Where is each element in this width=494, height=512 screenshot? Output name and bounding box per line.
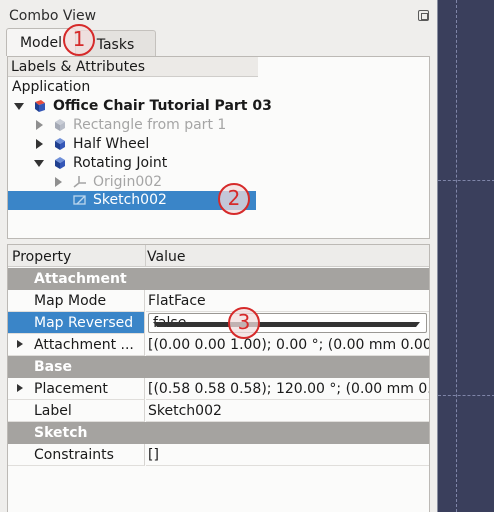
property-name: Attachment ... [34, 337, 134, 353]
tree-item-origin[interactable]: Origin002 [8, 173, 429, 192]
property-name: Label [34, 403, 72, 419]
tree-item-document[interactable]: Office Chair Tutorial Part 03 [8, 97, 429, 116]
property-editor: Property Value Attachment Map Mode FlatF… [7, 244, 430, 512]
property-header: Property Value [8, 245, 429, 267]
group-attachment[interactable]: Attachment [8, 268, 429, 290]
expand-arrow-icon[interactable] [36, 139, 43, 149]
splitter-handle[interactable] [205, 240, 225, 251]
value-column-header[interactable]: Value [147, 249, 185, 265]
sketch-guide-line [438, 180, 494, 181]
tree-item-label: Origin002 [93, 174, 163, 190]
property-name: Constraints [34, 447, 114, 463]
combo-view-panel: Combo View Model Tasks Labels & Attribut… [0, 0, 437, 512]
sketch-guide-line [438, 395, 494, 396]
undock-icon[interactable] [418, 10, 429, 21]
tree-item-label: Half Wheel [73, 136, 150, 152]
property-value[interactable]: FlatFace [148, 293, 206, 309]
property-value[interactable]: [(0.00 0.00 1.00); 0.00 °; (0.00 mm 0.00… [148, 337, 429, 353]
property-row-attachment-offset[interactable]: Attachment ... [(0.00 0.00 1.00); 0.00 °… [8, 334, 429, 356]
part-cube-icon [55, 119, 65, 131]
tree-item-half-wheel[interactable]: Half Wheel [8, 135, 429, 154]
sketch-guide-line [456, 0, 457, 512]
tree-root[interactable]: Application [8, 78, 429, 97]
property-name: Placement [34, 381, 108, 397]
property-name: Map Reversed [34, 315, 134, 331]
property-row-placement[interactable]: Placement [(0.58 0.58 0.58); 120.00 °; (… [8, 378, 429, 400]
property-column-header[interactable]: Property [12, 249, 71, 265]
tree-item-label: Sketch002 [93, 192, 167, 208]
tree-item-rotating-joint[interactable]: Rotating Joint [8, 154, 429, 173]
annotation-marker-1: 1 [63, 24, 95, 56]
chevron-down-icon[interactable] [153, 322, 420, 327]
collapse-arrow-icon[interactable] [14, 103, 24, 110]
group-base[interactable]: Base [8, 356, 429, 378]
tree-item-rectangle[interactable]: Rectangle from part 1 [8, 116, 429, 135]
tree-header[interactable]: Labels & Attributes [8, 57, 258, 77]
part-cube-icon [55, 157, 65, 169]
group-label: Base [34, 359, 72, 375]
collapse-arrow-icon[interactable] [34, 160, 44, 167]
group-sketch[interactable]: Sketch [8, 422, 429, 444]
annotation-marker-2: 2 [218, 183, 250, 215]
property-value[interactable]: [(0.58 0.58 0.58); 120.00 °; (0.00 mm 0.… [148, 381, 429, 397]
3d-viewport[interactable] [437, 0, 494, 512]
model-tree: Labels & Attributes Application Office C… [7, 56, 430, 239]
property-name: Map Mode [34, 293, 107, 309]
property-row-label[interactable]: Label Sketch002 [8, 400, 429, 422]
sketch-icon [73, 195, 86, 205]
property-value[interactable]: Sketch002 [148, 403, 222, 419]
group-label: Sketch [34, 425, 88, 441]
combo-view-title-bar: Combo View [0, 0, 437, 26]
property-row-constraints[interactable]: Constraints [] [8, 444, 429, 466]
panel-title: Combo View [9, 8, 97, 24]
tree-item-label: Rotating Joint [73, 155, 168, 171]
expand-arrow-icon[interactable] [36, 120, 43, 130]
expand-arrow-icon[interactable] [55, 177, 62, 187]
origin-axes-icon [73, 176, 86, 188]
tree-item-label: Office Chair Tutorial Part 03 [53, 98, 272, 114]
map-reversed-dropdown[interactable]: false [148, 313, 427, 333]
group-label: Attachment [34, 271, 127, 287]
property-value[interactable]: [] [148, 447, 159, 463]
part-cube-icon [55, 138, 65, 150]
annotation-marker-3: 3 [228, 307, 260, 339]
tree-item-label: Rectangle from part 1 [73, 117, 227, 133]
property-row-map-mode[interactable]: Map Mode FlatFace [8, 290, 429, 312]
property-row-map-reversed[interactable]: Map Reversed false [8, 312, 429, 334]
document-icon [35, 100, 45, 112]
tree-root-label: Application [12, 79, 91, 95]
